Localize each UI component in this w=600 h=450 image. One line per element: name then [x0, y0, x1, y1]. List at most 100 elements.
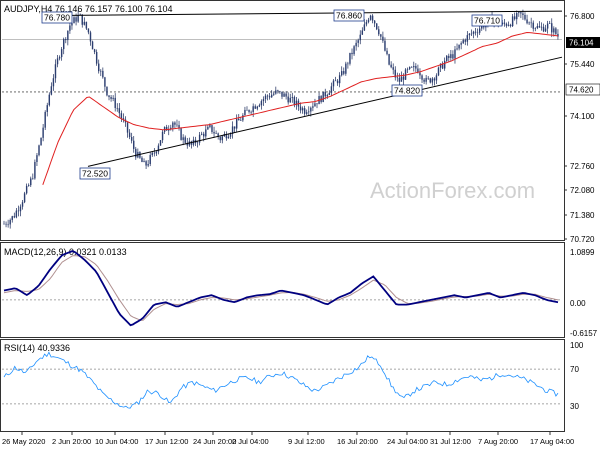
candle-body [340, 71, 343, 76]
candle-body [437, 67, 440, 76]
candle-body [528, 22, 530, 24]
candle-body [466, 35, 469, 42]
candle-body [357, 40, 359, 43]
candle-body [474, 31, 477, 33]
candle-body [301, 108, 304, 111]
candle-body [386, 50, 388, 55]
candle-body [353, 46, 355, 55]
candle-body [262, 99, 265, 102]
candle-body [209, 125, 211, 127]
candle-body [7, 224, 9, 226]
candle-body [32, 178, 34, 180]
candle-body [369, 15, 372, 20]
candle-body [149, 155, 151, 164]
price-y-tick-label: 74.100 [570, 112, 595, 121]
candle-body [233, 126, 236, 129]
candle-body [361, 30, 364, 35]
candle-body [538, 26, 541, 28]
macd-y-tick-label: 0.00 [570, 299, 586, 308]
candle-body [289, 97, 291, 103]
candle-body [141, 157, 143, 163]
candle-body [58, 57, 61, 59]
candle-body [52, 78, 55, 87]
candle-body [19, 206, 22, 212]
candle-body [3, 223, 5, 225]
x-tick-label: 24 Jul 04:00 [387, 437, 428, 446]
candle-body [248, 110, 250, 112]
candle-body [159, 140, 162, 146]
candle-body [244, 109, 246, 116]
candle-body [419, 72, 421, 76]
candle-body [324, 91, 326, 97]
candle-body [34, 161, 36, 179]
candle-body [27, 185, 30, 186]
candle-body [450, 54, 452, 58]
candle-body [5, 223, 7, 225]
candle-body [143, 161, 145, 163]
candle-body [67, 30, 69, 41]
candle-body [198, 134, 201, 143]
candle-body [460, 43, 462, 45]
candle-body [540, 26, 543, 28]
candle-body [423, 79, 425, 82]
candle-body [128, 132, 131, 138]
rsi-y-tick-label: 100 [570, 341, 584, 350]
candle-body [256, 106, 259, 109]
candle-body [93, 49, 96, 53]
candle-body [38, 145, 40, 156]
candle-body [326, 94, 329, 97]
candle-body [503, 22, 506, 24]
candle-body [400, 76, 403, 82]
candle-body [69, 25, 71, 31]
candle-body [380, 34, 382, 37]
candle-body [235, 118, 238, 129]
candle-body [200, 133, 203, 135]
candle-body [421, 75, 423, 80]
x-tick-label: 17 Jun 12:00 [145, 437, 188, 446]
candle-body [184, 137, 186, 143]
candle-body [468, 33, 471, 36]
candle-body [48, 94, 51, 106]
candle-body [11, 216, 13, 220]
candle-body [211, 125, 213, 132]
candle-body [89, 32, 92, 42]
candle-body [435, 75, 438, 81]
candle-body [213, 131, 215, 134]
candle-body [305, 112, 308, 114]
candle-body [102, 70, 104, 78]
candle-body [250, 111, 252, 113]
candle-body [446, 55, 448, 61]
candle-body [176, 124, 178, 126]
candle-body [133, 140, 135, 149]
x-tick-label: 16 Jul 20:00 [337, 437, 378, 446]
candle-body [526, 19, 528, 24]
x-tick-label: 26 May 2020 [2, 437, 45, 446]
candle-body [246, 109, 248, 111]
candle-body [390, 64, 392, 68]
candle-body [544, 28, 547, 32]
candle-body [215, 133, 217, 134]
candle-body [349, 52, 351, 64]
candle-body [205, 129, 207, 137]
candle-body [30, 178, 32, 186]
watermark: ActionForex.com [370, 178, 535, 203]
candle-body [114, 97, 116, 108]
candle-body [23, 193, 26, 203]
candle-body [472, 31, 475, 34]
price-y-tick-label: 72.760 [570, 162, 595, 171]
candle-body [207, 126, 209, 130]
candle-body [182, 137, 184, 140]
candle-body [227, 136, 230, 139]
candle-body [548, 23, 551, 24]
candle-body [285, 93, 287, 97]
candle-body [351, 52, 353, 55]
candle-body [85, 21, 88, 29]
candle-body [516, 13, 518, 20]
rsi-y-tick-label: 70 [570, 365, 579, 374]
candle-body [266, 95, 269, 97]
candle-body [332, 80, 335, 87]
candle-body [532, 22, 534, 29]
candle-body [221, 136, 224, 141]
candle-body [396, 77, 399, 79]
candle-body [56, 58, 59, 65]
